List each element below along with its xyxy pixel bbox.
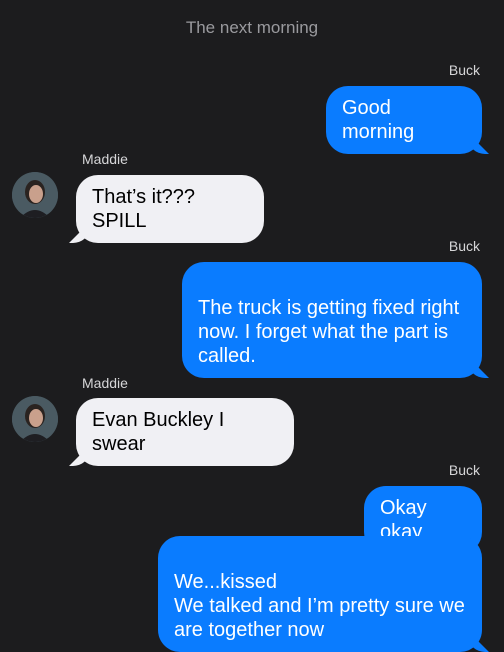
outgoing-message-bubble[interactable]: We...kissed We talked and I’m pretty sur… [158,536,482,652]
sender-name: Buck [448,462,480,478]
outgoing-message-bubble[interactable]: Good morning [326,86,482,154]
message-text: We...kissed We talked and I’m pretty sur… [174,571,465,641]
sender-name: Buck [448,62,480,78]
message-text: The truck is getting fixed right now. I … [198,297,460,367]
avatar-portrait-icon [12,396,58,442]
maddie-avatar[interactable] [12,396,58,442]
sender-name: Maddie [82,151,128,167]
sender-name: Buck [448,238,480,254]
message-text: That’s it??? SPILL [92,186,196,232]
outgoing-message-bubble[interactable]: The truck is getting fixed right now. I … [182,262,482,378]
maddie-avatar[interactable] [12,172,58,218]
incoming-message-bubble[interactable]: Evan Buckley I swear [76,398,294,466]
conversation-header: The next morning [185,18,319,37]
message-text: Good morning [342,97,415,143]
message-text: Evan Buckley I swear [92,409,225,455]
incoming-message-bubble[interactable]: That’s it??? SPILL [76,175,264,243]
sender-name: Maddie [82,375,128,391]
avatar-portrait-icon [12,172,58,218]
